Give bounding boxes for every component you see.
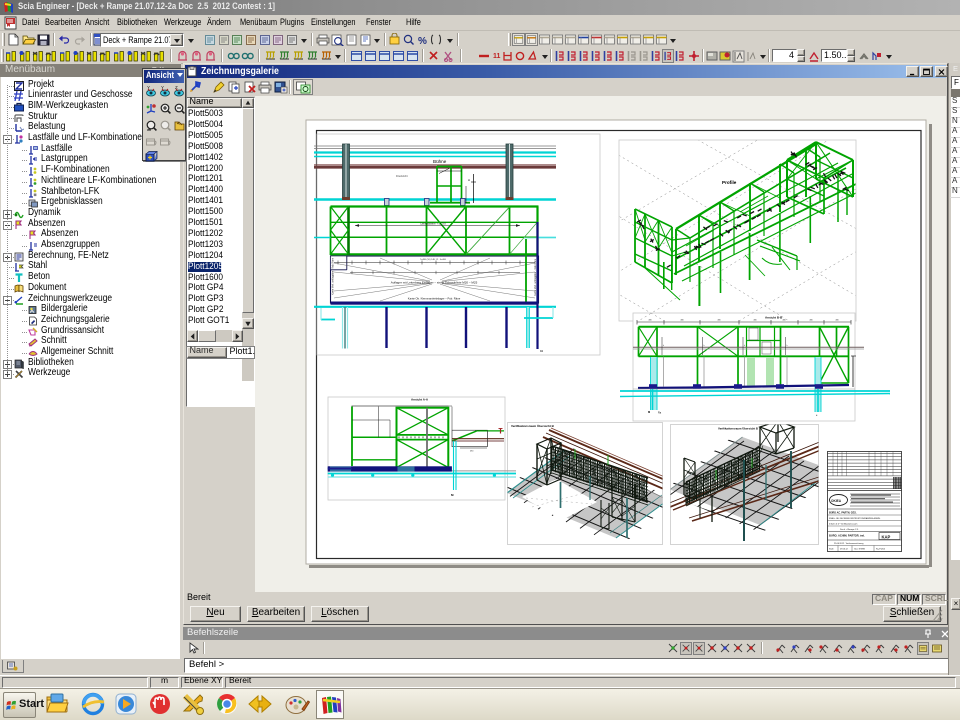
svg-text:Y: Y xyxy=(161,85,164,90)
svg-text:7x480 (10) 14E 12 · 6x480: 7x480 (10) 14E 12 · 6x480 xyxy=(420,259,447,261)
svg-text:11: 11 xyxy=(493,53,501,60)
svg-text:29.06.2012 · Verfasserzeichnun: 29.06.2012 · Verfasserzeichnung xyxy=(834,543,863,545)
svg-text:OKIEA: OKIEA xyxy=(831,499,842,503)
svg-text:Gez. MT/BS: Gez. MT/BS xyxy=(854,549,866,551)
svg-text:h: h xyxy=(704,345,705,347)
svg-text:BURO. ACHIM. PARTOR. tml.: BURO. ACHIM. PARTOR. tml. xyxy=(829,534,865,538)
svg-text:Z: Z xyxy=(175,85,178,90)
svg-text:H: H xyxy=(468,178,470,182)
svg-text:FRAG.: IBL DECKENKONSTRUKTION/: FRAG.: IBL DECKENKONSTRUKTION/RAMPEN ADM… xyxy=(829,517,881,520)
svg-text:h: h xyxy=(744,345,745,347)
svg-text:Profile: Profile xyxy=(722,180,737,185)
svg-text:%: % xyxy=(418,36,427,46)
svg-text:Bühne: Bühne xyxy=(433,159,447,164)
svg-text:h: h xyxy=(787,345,788,347)
svg-text:Ansicht A-A: Ansicht A-A xyxy=(411,398,429,402)
svg-text:h: h xyxy=(663,345,664,347)
svg-text:29.06.12: 29.06.12 xyxy=(840,549,849,551)
svg-text:Druckricht: Druckricht xyxy=(396,174,408,178)
svg-text:M: M xyxy=(648,410,650,414)
svg-text:KAP: KAP xyxy=(882,535,891,540)
svg-text:Kante Verl. anklappbar - Rab.R: Kante Verl. anklappbar - Rab.Räne xyxy=(332,257,335,295)
svg-text:Verifikationsraum Übersicht B: Verifikationsraum Übersicht B xyxy=(511,423,555,428)
svg-text:Ra-P1205: Ra-P1205 xyxy=(876,549,886,551)
svg-text:Kante Ob. Klemmantriebslager –: Kante Ob. Klemmantriebslager – Pub. Räne xyxy=(408,297,461,301)
svg-text:Lastfeldplatten + ca.7x9: Lastfeldplatten + ca.7x9 xyxy=(420,222,446,225)
svg-text:Verifikationsraum Übersicht B: Verifikationsraum Übersicht B xyxy=(718,426,758,431)
svg-text:Deck + Rampe 2.5: Deck + Rampe 2.5 xyxy=(840,529,859,531)
svg-text:Inhalt: di 2° Verifikationsrau: Inhalt: di 2° Verifikationsraum xyxy=(829,523,858,526)
svg-text:Y: Y xyxy=(147,85,150,90)
svg-text:Ansicht B-B: Ansicht B-B xyxy=(765,316,783,320)
svg-text:Auflager mit Leiterberg Einlie: Auflager mit Leiterberg Einlieger – sieh… xyxy=(391,281,478,285)
svg-text:BÜRO AC. PARTN. GES.: BÜRO AC. PARTN. GES. xyxy=(829,512,857,515)
